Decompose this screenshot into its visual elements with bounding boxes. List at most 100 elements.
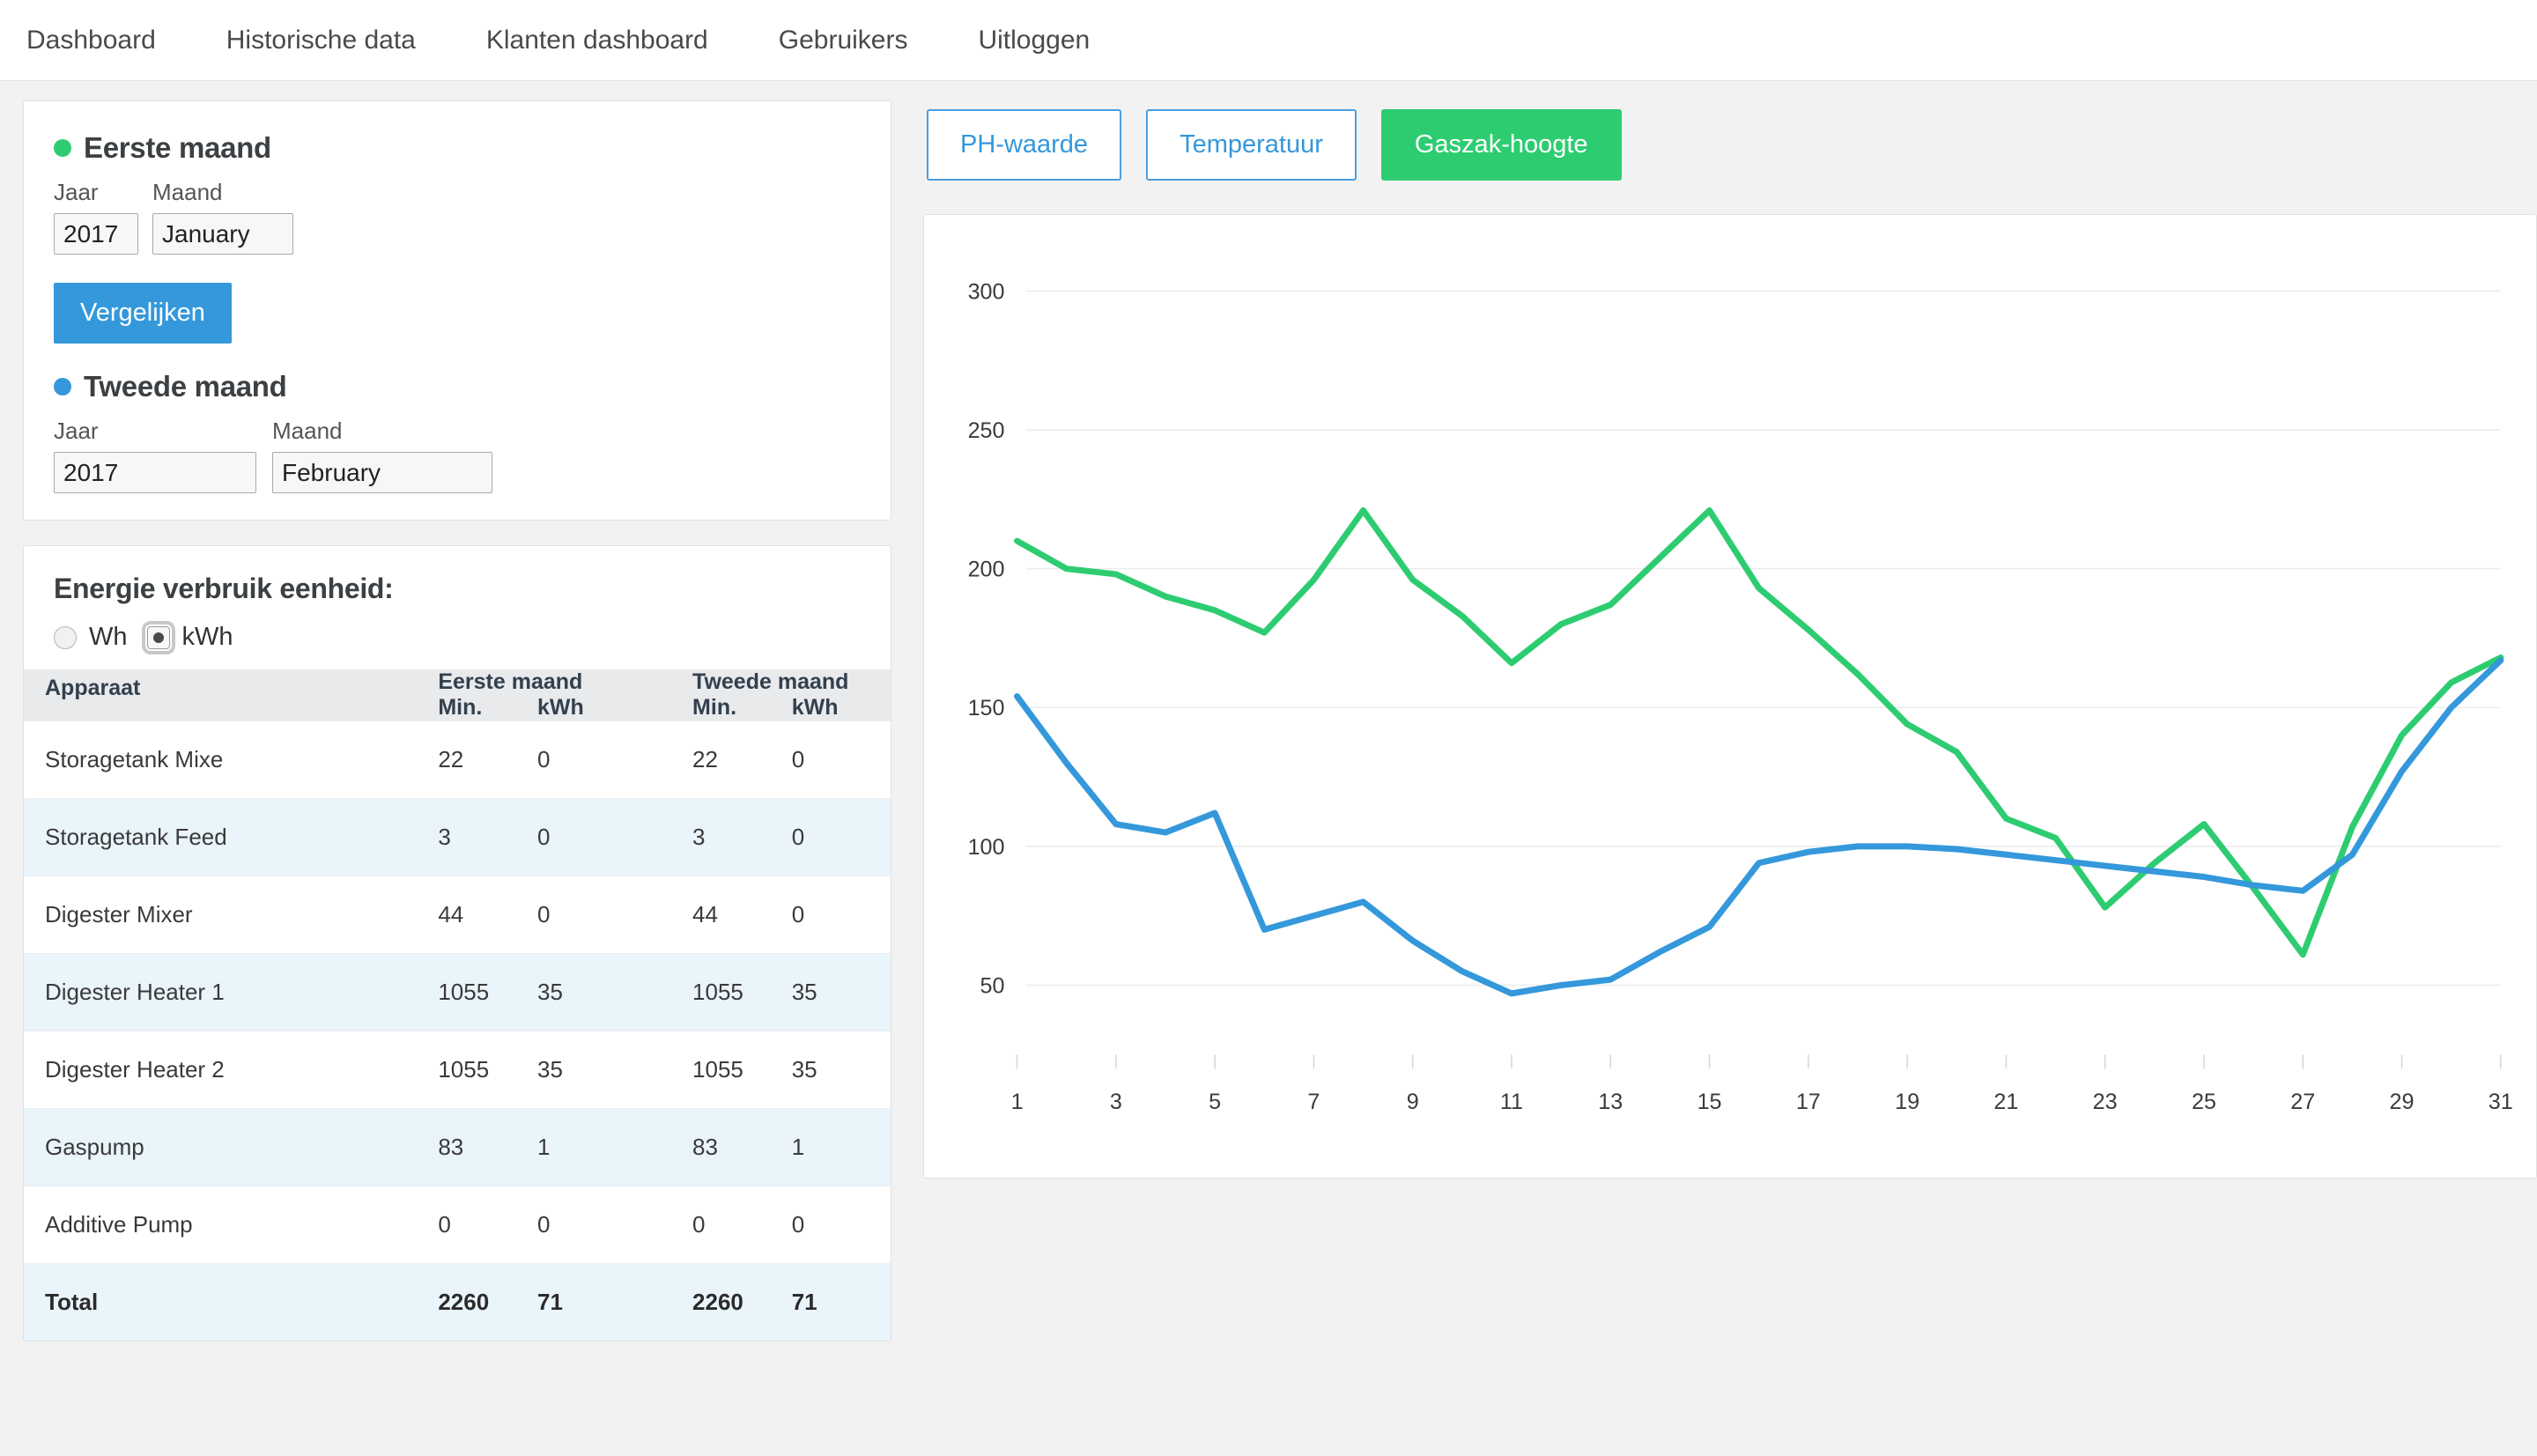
cell-first-min: 83 [438, 1109, 537, 1186]
nav-item-klanten-dashboard[interactable]: Klanten dashboard [486, 26, 708, 55]
energy-card-header: Energie verbruik eenheid: Wh kWh [24, 546, 891, 669]
radio-kwh-label: kWh [182, 623, 233, 652]
chart-tab-bar: PH-waarde Temperatuur Gaszak-hoogte [923, 100, 2537, 181]
tweede-maand-color-dot [54, 378, 71, 395]
x-tick-label: 17 [1796, 1090, 1821, 1114]
table-row: Additive Pump0000 [24, 1186, 891, 1264]
cell-second-kwh: 71 [792, 1264, 891, 1341]
tab-gaszak-hoogte[interactable]: Gaszak-hoogte [1381, 109, 1622, 181]
sub-header-gap [636, 695, 692, 721]
table-row: Digester Mixer440440 [24, 876, 891, 954]
x-tick-label: 3 [1110, 1090, 1122, 1114]
left-column: Eerste maand Jaar 2017 Maand January Ver… [23, 100, 891, 1341]
cell-device: Additive Pump [24, 1186, 438, 1264]
radio-wh-icon[interactable] [54, 626, 77, 649]
tab-temperatuur[interactable]: Temperatuur [1146, 109, 1357, 181]
tab-ph-waarde[interactable]: PH-waarde [927, 109, 1121, 181]
cell-gap [636, 1109, 692, 1186]
eerste-maand-fields: Jaar 2017 Maand January [54, 179, 861, 255]
cell-second-kwh: 35 [792, 954, 891, 1031]
cell-gap [636, 876, 692, 954]
right-column: PH-waarde Temperatuur Gaszak-hoogte 50 10… [923, 100, 2537, 1179]
eerste-maand-heading: Eerste maand [54, 131, 861, 165]
y-tick-label: 200 [968, 558, 1005, 582]
y-tick-label: 300 [968, 279, 1005, 304]
cell-gap [636, 1186, 692, 1264]
cell-first-kwh: 35 [537, 1031, 636, 1109]
cell-device: Digester Heater 1 [24, 954, 438, 1031]
x-tick-label: 11 [1500, 1090, 1523, 1114]
vergelijken-button[interactable]: Vergelijken [54, 283, 232, 344]
cell-device: Digester Mixer [24, 876, 438, 954]
nav-item-gebruikers[interactable]: Gebruikers [779, 26, 908, 55]
x-tick-label: 7 [1307, 1090, 1320, 1114]
cell-second-min: 2260 [692, 1264, 792, 1341]
x-tick-label: 1 [1011, 1090, 1024, 1114]
cell-gap [636, 954, 692, 1031]
cell-gap [636, 799, 692, 876]
eerste-maand-month-select[interactable]: January [152, 213, 293, 255]
cell-first-kwh: 35 [537, 954, 636, 1031]
cell-second-min: 3 [692, 799, 792, 876]
cell-gap [636, 1031, 692, 1109]
nav-item-historische-data[interactable]: Historische data [226, 26, 416, 55]
sub-header-second-kwh: kWh [792, 695, 891, 721]
cell-device: Storagetank Feed [24, 799, 438, 876]
energy-table-head: Apparaat Eerste maand Tweede maand Min. … [24, 669, 891, 721]
energy-unit-option-kwh[interactable]: kWh [147, 623, 233, 652]
page-body: Eerste maand Jaar 2017 Maand January Ver… [0, 81, 2537, 1341]
month-compare-card: Eerste maand Jaar 2017 Maand January Ver… [23, 100, 891, 521]
nav-item-dashboard[interactable]: Dashboard [26, 26, 156, 55]
cell-first-kwh: 0 [537, 721, 636, 799]
gaszak-hoogte-line-chart: 5010015020025030013579111315171921232527… [924, 215, 2536, 1178]
sub-header-second-min: Min. [692, 695, 792, 721]
tweede-maand-month-select[interactable]: February [272, 452, 492, 493]
cell-first-min: 22 [438, 721, 537, 799]
eerste-maand-year-field: Jaar 2017 [54, 179, 138, 255]
energy-unit-radio-group: Wh kWh [54, 623, 861, 652]
x-tick-label: 9 [1407, 1090, 1419, 1114]
cell-first-min: 1055 [438, 1031, 537, 1109]
y-tick-label: 50 [980, 974, 1005, 999]
energy-unit-title: Energie verbruik eenheid: [54, 573, 861, 605]
nav-item-uitloggen[interactable]: Uitloggen [978, 26, 1090, 55]
tweede-maand-month-label: Maand [272, 418, 492, 445]
cell-second-min: 1055 [692, 1031, 792, 1109]
energy-table-body: Storagetank Mixe220220Storagetank Feed30… [24, 721, 891, 1341]
eerste-maand-year-select[interactable]: 2017 [54, 213, 138, 255]
table-row-total: Total226071226071 [24, 1264, 891, 1341]
radio-kwh-icon[interactable] [147, 626, 170, 649]
radio-wh-label: Wh [89, 623, 128, 652]
tweede-maand-year-field: Jaar 2017 [54, 418, 256, 493]
eerste-maand-color-dot [54, 139, 71, 157]
cell-second-min: 0 [692, 1186, 792, 1264]
col-header-tweede-maand: Tweede maand [692, 669, 891, 695]
table-row: Digester Heater 2105535105535 [24, 1031, 891, 1109]
eerste-maand-year-label: Jaar [54, 179, 138, 206]
tweede-maand-fields: Jaar 2017 Maand February [54, 418, 861, 493]
series-line-tweede-maand [1017, 661, 2501, 994]
x-tick-label: 25 [2192, 1090, 2216, 1114]
cell-first-kwh: 71 [537, 1264, 636, 1341]
energy-table: Apparaat Eerste maand Tweede maand Min. … [24, 669, 891, 1341]
table-row: Storagetank Feed3030 [24, 799, 891, 876]
cell-second-kwh: 0 [792, 1186, 891, 1264]
energy-unit-option-wh[interactable]: Wh [54, 623, 128, 652]
cell-device: Storagetank Mixe [24, 721, 438, 799]
cell-second-kwh: 35 [792, 1031, 891, 1109]
cell-second-kwh: 0 [792, 799, 891, 876]
x-tick-label: 27 [2290, 1090, 2315, 1114]
cell-first-kwh: 1 [537, 1109, 636, 1186]
cell-first-min: 2260 [438, 1264, 537, 1341]
cell-first-min: 44 [438, 876, 537, 954]
cell-first-min: 1055 [438, 954, 537, 1031]
tweede-maand-month-field: Maand February [256, 418, 492, 493]
cell-first-kwh: 0 [537, 876, 636, 954]
cell-second-kwh: 0 [792, 721, 891, 799]
y-tick-label: 150 [968, 696, 1005, 721]
tweede-maand-year-select[interactable]: 2017 [54, 452, 256, 493]
cell-first-kwh: 0 [537, 799, 636, 876]
cell-first-min: 0 [438, 1186, 537, 1264]
y-tick-label: 100 [968, 835, 1005, 860]
x-tick-label: 29 [2390, 1090, 2415, 1114]
